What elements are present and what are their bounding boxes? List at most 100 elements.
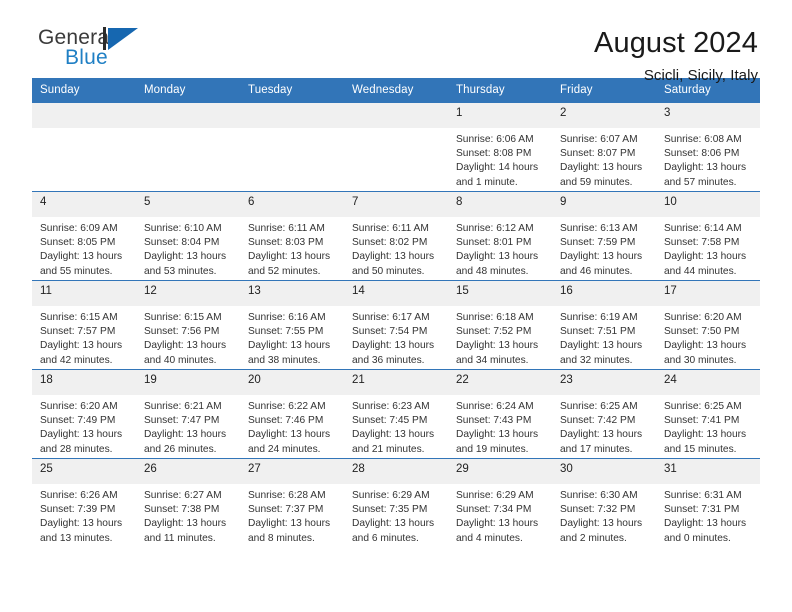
calendar-day-cell[interactable]: 13 Sunrise: 6:16 AM Sunset: 7:55 PM Dayligh… [240, 280, 344, 370]
day-info-sunset: Sunset: 8:02 PM [352, 237, 428, 249]
calendar-day-cell[interactable]: 26 Sunrise: 6:27 AM Sunset: 7:38 PM Dayligh… [136, 458, 240, 547]
day-number: 17 [656, 281, 760, 306]
day-info-sunrise: Sunrise: 6:17 AM [352, 312, 430, 323]
day-info-daylight: and 24 minutes. [248, 443, 321, 455]
day-info-daylight: and 28 minutes. [40, 443, 113, 455]
calendar-day-cell[interactable]: 25 Sunrise: 6:26 AM Sunset: 7:39 PM Dayligh… [32, 458, 136, 547]
day-info-sunrise: Sunrise: 6:28 AM [248, 490, 326, 501]
general-blue-logo[interactable]: General Blue [32, 26, 152, 74]
calendar-day-cell[interactable]: 23 Sunrise: 6:25 AM Sunset: 7:42 PM Dayligh… [552, 369, 656, 459]
calendar-day-cell[interactable]: 27 Sunrise: 6:28 AM Sunset: 7:37 PM Dayligh… [240, 458, 344, 547]
day-info-sunset: Sunset: 7:46 PM [248, 415, 324, 427]
day-info-sunset: Sunset: 8:08 PM [456, 148, 532, 160]
calendar-day-cell[interactable]: 28 Sunrise: 6:29 AM Sunset: 7:35 PM Dayligh… [344, 458, 448, 547]
calendar-day-cell[interactable]: 6 Sunrise: 6:11 AM Sunset: 8:03 PM Daylight… [240, 191, 344, 281]
calendar-day-cell[interactable]: 14 Sunrise: 6:17 AM Sunset: 7:54 PM Dayligh… [344, 280, 448, 370]
day-info-sunset: Sunset: 7:56 PM [144, 326, 220, 338]
day-info-sunrise: Sunrise: 6:11 AM [352, 223, 429, 234]
calendar-day-cell[interactable]: 18 Sunrise: 6:20 AM Sunset: 7:49 PM Dayligh… [32, 369, 136, 459]
calendar-day-cell[interactable]: 2 Sunrise: 6:07 AM Sunset: 8:07 PM Daylight… [552, 103, 656, 192]
day-info-sunset: Sunset: 7:41 PM [664, 415, 740, 427]
calendar-table: Sunday Monday Tuesday Wednesday Thursday… [32, 78, 760, 547]
day-info-sunset: Sunset: 7:32 PM [560, 504, 636, 516]
calendar-day-cell[interactable]: 7 Sunrise: 6:11 AM Sunset: 8:02 PM Daylight… [344, 191, 448, 281]
day-info-sunrise: Sunrise: 6:06 AM [456, 134, 534, 145]
day-info: Sunrise: 6:11 AM Sunset: 8:02 PM Daylight:… [344, 217, 448, 279]
day-info-daylight: and 34 minutes. [456, 354, 529, 366]
calendar-day-cell[interactable]: 4 Sunrise: 6:09 AM Sunset: 8:05 PM Daylight… [32, 191, 136, 281]
calendar-day-cell[interactable]: 12 Sunrise: 6:15 AM Sunset: 7:56 PM Dayligh… [136, 280, 240, 370]
day-number: 6 [240, 192, 344, 217]
day-info-sunrise: Sunrise: 6:07 AM [560, 134, 638, 145]
day-number: 28 [344, 459, 448, 484]
day-info-sunrise: Sunrise: 6:31 AM [664, 490, 742, 501]
calendar-day-cell[interactable]: 22 Sunrise: 6:24 AM Sunset: 7:43 PM Dayligh… [448, 369, 552, 459]
day-info-daylight: and 36 minutes. [352, 354, 425, 366]
day-info-sunrise: Sunrise: 6:25 AM [664, 401, 742, 412]
calendar-day-cell[interactable]: 19 Sunrise: 6:21 AM Sunset: 7:47 PM Dayligh… [136, 369, 240, 459]
calendar-day-cell[interactable]: 31 Sunrise: 6:31 AM Sunset: 7:31 PM Dayligh… [656, 458, 760, 547]
calendar-day-cell[interactable]: 3 Sunrise: 6:08 AM Sunset: 8:06 PM Daylight… [656, 103, 760, 192]
calendar-day-cell[interactable]: 10 Sunrise: 6:14 AM Sunset: 7:58 PM Dayligh… [656, 191, 760, 281]
day-info-daylight: Daylight: 13 hours [560, 340, 643, 352]
day-info-sunset: Sunset: 7:34 PM [456, 504, 532, 516]
day-info-sunset: Sunset: 7:55 PM [248, 326, 324, 338]
day-info: Sunrise: 6:16 AM Sunset: 7:55 PM Daylight:… [240, 306, 344, 368]
calendar-day-cell-empty [240, 103, 344, 192]
logo-text-blue: Blue [65, 46, 108, 69]
day-info-sunset: Sunset: 7:59 PM [560, 237, 636, 249]
day-info-daylight: and 6 minutes. [352, 532, 419, 544]
day-info-sunrise: Sunrise: 6:22 AM [248, 401, 326, 412]
day-info-sunset: Sunset: 7:31 PM [664, 504, 740, 516]
day-info: Sunrise: 6:15 AM Sunset: 7:56 PM Daylight:… [136, 306, 240, 368]
day-info-daylight: and 59 minutes. [560, 176, 633, 188]
day-info-daylight: and 4 minutes. [456, 532, 523, 544]
calendar-day-cell[interactable]: 20 Sunrise: 6:22 AM Sunset: 7:46 PM Dayligh… [240, 369, 344, 459]
calendar-day-cell[interactable]: 16 Sunrise: 6:19 AM Sunset: 7:51 PM Dayligh… [552, 280, 656, 370]
logo-triangle-icon [108, 28, 138, 50]
day-info: Sunrise: 6:25 AM Sunset: 7:42 PM Daylight:… [552, 395, 656, 457]
calendar-day-cell[interactable]: 5 Sunrise: 6:10 AM Sunset: 8:04 PM Daylight… [136, 191, 240, 281]
day-number [344, 103, 448, 128]
calendar-day-cell[interactable]: 1 Sunrise: 6:06 AM Sunset: 8:08 PM Daylight… [448, 103, 552, 192]
day-info: Sunrise: 6:25 AM Sunset: 7:41 PM Daylight:… [656, 395, 760, 457]
day-info-daylight: and 52 minutes. [248, 265, 321, 277]
day-info: Sunrise: 6:20 AM Sunset: 7:49 PM Daylight:… [32, 395, 136, 457]
day-info-daylight: and 40 minutes. [144, 354, 217, 366]
day-info-daylight: and 44 minutes. [664, 265, 737, 277]
day-info-sunset: Sunset: 7:38 PM [144, 504, 220, 516]
calendar-day-cell[interactable]: 17 Sunrise: 6:20 AM Sunset: 7:50 PM Dayligh… [656, 280, 760, 370]
day-info: Sunrise: 6:28 AM Sunset: 7:37 PM Daylight:… [240, 484, 344, 546]
day-info-daylight: Daylight: 14 hours [456, 162, 539, 174]
calendar-day-cell[interactable]: 29 Sunrise: 6:29 AM Sunset: 7:34 PM Dayligh… [448, 458, 552, 547]
calendar-day-cell[interactable]: 15 Sunrise: 6:18 AM Sunset: 7:52 PM Dayligh… [448, 280, 552, 370]
day-number [240, 103, 344, 128]
calendar-week-row: 1 Sunrise: 6:06 AM Sunset: 8:08 PM Daylight… [32, 103, 760, 192]
calendar-day-cell[interactable]: 11 Sunrise: 6:15 AM Sunset: 7:57 PM Dayligh… [32, 280, 136, 370]
day-info-daylight: Daylight: 13 hours [40, 251, 123, 263]
day-info-sunset: Sunset: 8:04 PM [144, 237, 220, 249]
day-info: Sunrise: 6:30 AM Sunset: 7:32 PM Daylight:… [552, 484, 656, 546]
day-info-daylight: and 50 minutes. [352, 265, 425, 277]
day-info: Sunrise: 6:20 AM Sunset: 7:50 PM Daylight:… [656, 306, 760, 368]
weekday-header-monday: Monday [136, 78, 240, 103]
day-number: 14 [344, 281, 448, 306]
calendar-day-cell[interactable]: 21 Sunrise: 6:23 AM Sunset: 7:45 PM Dayligh… [344, 369, 448, 459]
day-info-daylight: and 8 minutes. [248, 532, 315, 544]
day-info-sunrise: Sunrise: 6:12 AM [456, 223, 534, 234]
calendar-day-cell[interactable]: 24 Sunrise: 6:25 AM Sunset: 7:41 PM Dayligh… [656, 369, 760, 459]
day-info-sunrise: Sunrise: 6:30 AM [560, 490, 638, 501]
day-info-sunset: Sunset: 7:37 PM [248, 504, 324, 516]
day-info-sunrise: Sunrise: 6:18 AM [456, 312, 534, 323]
calendar-day-cell[interactable]: 8 Sunrise: 6:12 AM Sunset: 8:01 PM Daylight… [448, 191, 552, 281]
day-info-sunrise: Sunrise: 6:29 AM [456, 490, 534, 501]
day-info-daylight: and 15 minutes. [664, 443, 737, 455]
day-info: Sunrise: 6:31 AM Sunset: 7:31 PM Daylight:… [656, 484, 760, 546]
day-info-sunrise: Sunrise: 6:20 AM [664, 312, 742, 323]
calendar-day-cell[interactable]: 30 Sunrise: 6:30 AM Sunset: 7:32 PM Dayligh… [552, 458, 656, 547]
day-info-daylight: Daylight: 13 hours [664, 518, 747, 530]
calendar-day-cell[interactable]: 9 Sunrise: 6:13 AM Sunset: 7:59 PM Daylight… [552, 191, 656, 281]
day-info-sunrise: Sunrise: 6:19 AM [560, 312, 638, 323]
day-info-daylight: Daylight: 13 hours [144, 251, 227, 263]
day-number: 2 [552, 103, 656, 128]
